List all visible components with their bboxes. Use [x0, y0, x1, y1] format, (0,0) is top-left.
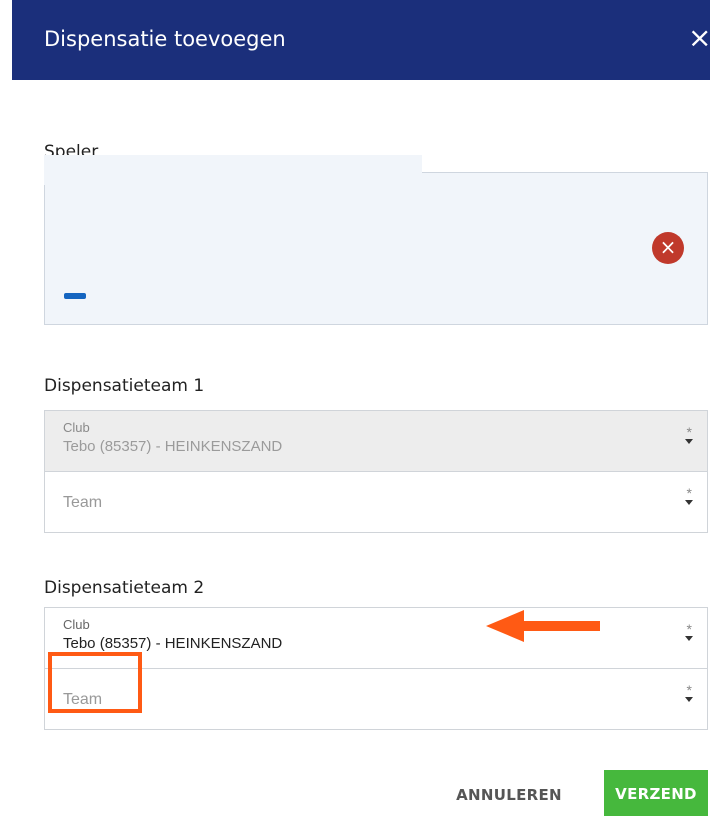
caret-down-icon[interactable]	[685, 636, 693, 641]
team2-club-value: Tebo (85357) - HEINKENSZAND	[63, 635, 283, 652]
caret-down-icon[interactable]	[685, 697, 693, 702]
annotation-highlight-box	[48, 652, 142, 713]
submit-button[interactable]: VERZEND	[604, 770, 708, 816]
required-marker: *	[686, 424, 692, 440]
team1-club-label: Club	[63, 420, 90, 435]
team1-heading: Dispensatieteam 1	[44, 376, 205, 396]
remove-player-icon[interactable]: ×	[652, 232, 684, 264]
team2-club-label: Club	[63, 617, 90, 632]
caret-down-icon	[685, 439, 693, 444]
team1-club-value: Tebo (85357) - HEINKENSZAND	[63, 438, 283, 455]
dialog-title: Dispensatie toevoegen	[44, 27, 286, 51]
player-name-redacted	[44, 155, 422, 185]
team1-club-select: Club Tebo (85357) - HEINKENSZAND *	[44, 410, 708, 472]
required-marker: *	[686, 485, 692, 501]
team2-heading: Dispensatieteam 2	[44, 578, 205, 598]
player-indicator	[64, 293, 86, 299]
player-selection-box[interactable]	[44, 172, 708, 325]
team2-team-select[interactable]: Team *	[44, 668, 708, 730]
team2-club-select[interactable]: Club Tebo (85357) - HEINKENSZAND *	[44, 607, 708, 669]
team1-team-select[interactable]: Team *	[44, 471, 708, 533]
required-marker: *	[686, 682, 692, 698]
team1-team-placeholder: Team	[63, 494, 103, 511]
dialog-header: Dispensatie toevoegen ×	[12, 0, 710, 80]
caret-down-icon[interactable]	[685, 500, 693, 505]
required-marker: *	[686, 621, 692, 637]
close-icon[interactable]: ×	[688, 22, 710, 54]
annotation-arrow-icon	[486, 610, 600, 642]
cancel-button[interactable]: ANNULEREN	[446, 774, 572, 816]
